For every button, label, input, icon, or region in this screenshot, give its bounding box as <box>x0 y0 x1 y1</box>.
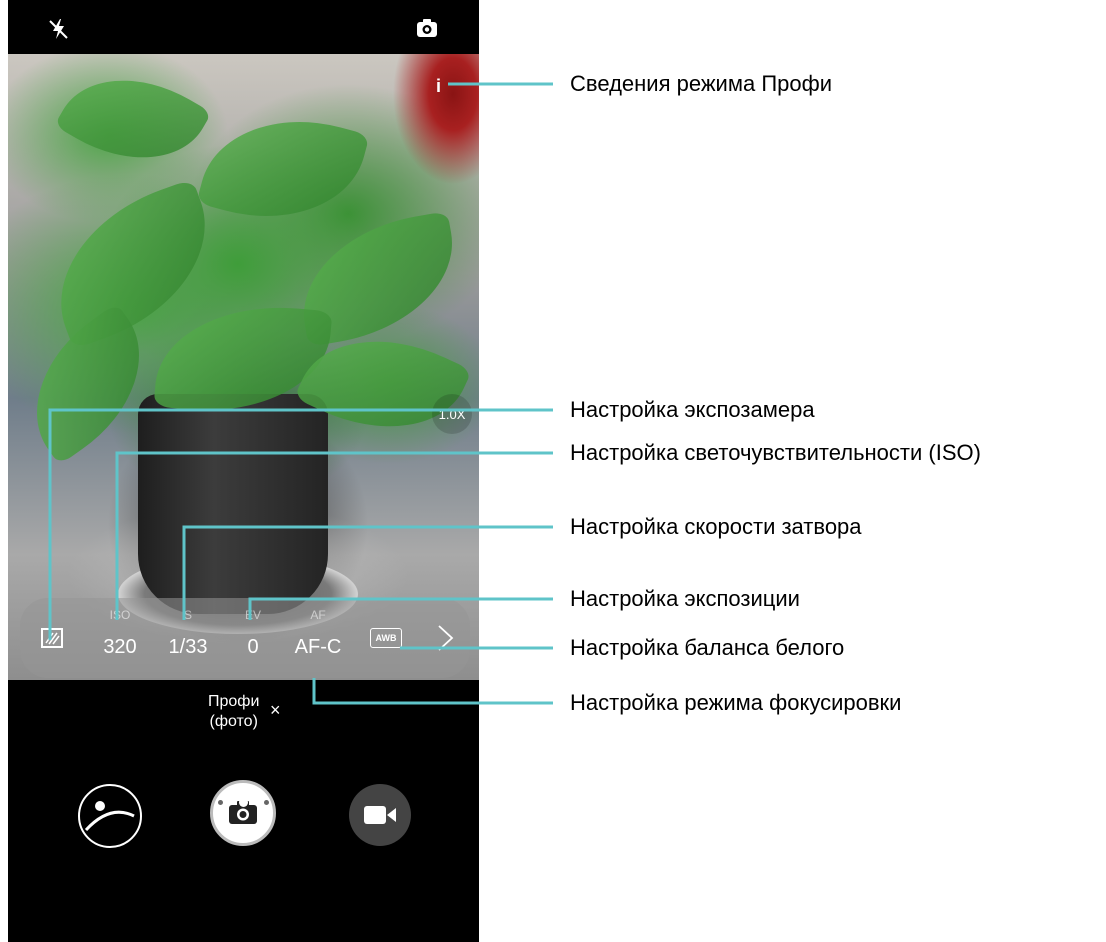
ev-value: 0 <box>247 636 259 658</box>
page-dot <box>218 800 223 805</box>
callout-metering: Настройка экспозамера <box>570 397 815 422</box>
callout-focus-mode: Настройка режима фокусировки <box>570 690 902 715</box>
plant-pot <box>138 394 328 614</box>
metering-setting[interactable] <box>32 598 72 678</box>
page-dot-active <box>239 798 248 807</box>
metering-icon <box>41 628 63 648</box>
iso-setting[interactable]: ISO 320 <box>95 598 145 678</box>
iso-value: 320 <box>103 636 137 658</box>
pro-settings-bar: ISO 320 S 1/33 EV 0 AF AF-C AWB <box>20 598 470 678</box>
callout-white-balance: Настройка баланса белого <box>570 635 845 660</box>
af-value: AF-C <box>294 636 342 658</box>
awb-icon: AWB <box>370 628 402 648</box>
iso-label: ISO <box>109 608 131 622</box>
mode-label-line2: (фото) <box>209 713 258 730</box>
shutter-label: S <box>183 608 192 622</box>
camera-viewfinder[interactable]: i 1.0X <box>8 54 479 680</box>
white-balance-setting[interactable]: AWB <box>364 598 408 678</box>
video-icon <box>364 806 396 824</box>
callout-pro-info: Сведения режима Профи <box>570 71 832 96</box>
ev-setting[interactable]: EV 0 <box>233 598 273 678</box>
ev-label: EV <box>244 608 261 622</box>
leaf <box>54 54 212 191</box>
mode-label[interactable]: Профи (фото) <box>208 692 259 732</box>
mode-label-line1: Профи <box>208 693 260 710</box>
shutter-setting[interactable]: S 1/33 <box>158 598 218 678</box>
zoom-indicator[interactable]: 1.0X <box>432 394 472 434</box>
af-setting[interactable]: AF AF-C <box>288 598 348 678</box>
af-label: AF <box>310 608 326 622</box>
expand-settings-button[interactable] <box>430 598 460 678</box>
callout-iso: Настройка светочувствительности (ISO) <box>570 440 981 465</box>
switch-camera-icon[interactable] <box>412 14 442 44</box>
phone-screen: i 1.0X ISO 320 S 1/33 EV 0 AF AF-C AWB П… <box>8 0 479 942</box>
callout-exposure: Настройка экспозиции <box>570 586 800 611</box>
camera-top-bar <box>8 0 479 54</box>
pro-mode-info-button[interactable]: i <box>436 76 441 97</box>
page-dot <box>264 800 269 805</box>
video-button[interactable] <box>349 784 411 846</box>
gallery-button[interactable] <box>78 784 142 848</box>
gallery-icon <box>84 801 135 832</box>
flash-off-icon[interactable] <box>44 14 74 44</box>
chevron-right-icon <box>438 625 454 651</box>
mode-close-button[interactable]: × <box>270 700 281 721</box>
shutter-value: 1/33 <box>168 636 208 658</box>
leaf <box>196 96 370 242</box>
callout-shutter: Настройка скорости затвора <box>570 514 862 539</box>
shutter-button[interactable] <box>210 780 276 846</box>
